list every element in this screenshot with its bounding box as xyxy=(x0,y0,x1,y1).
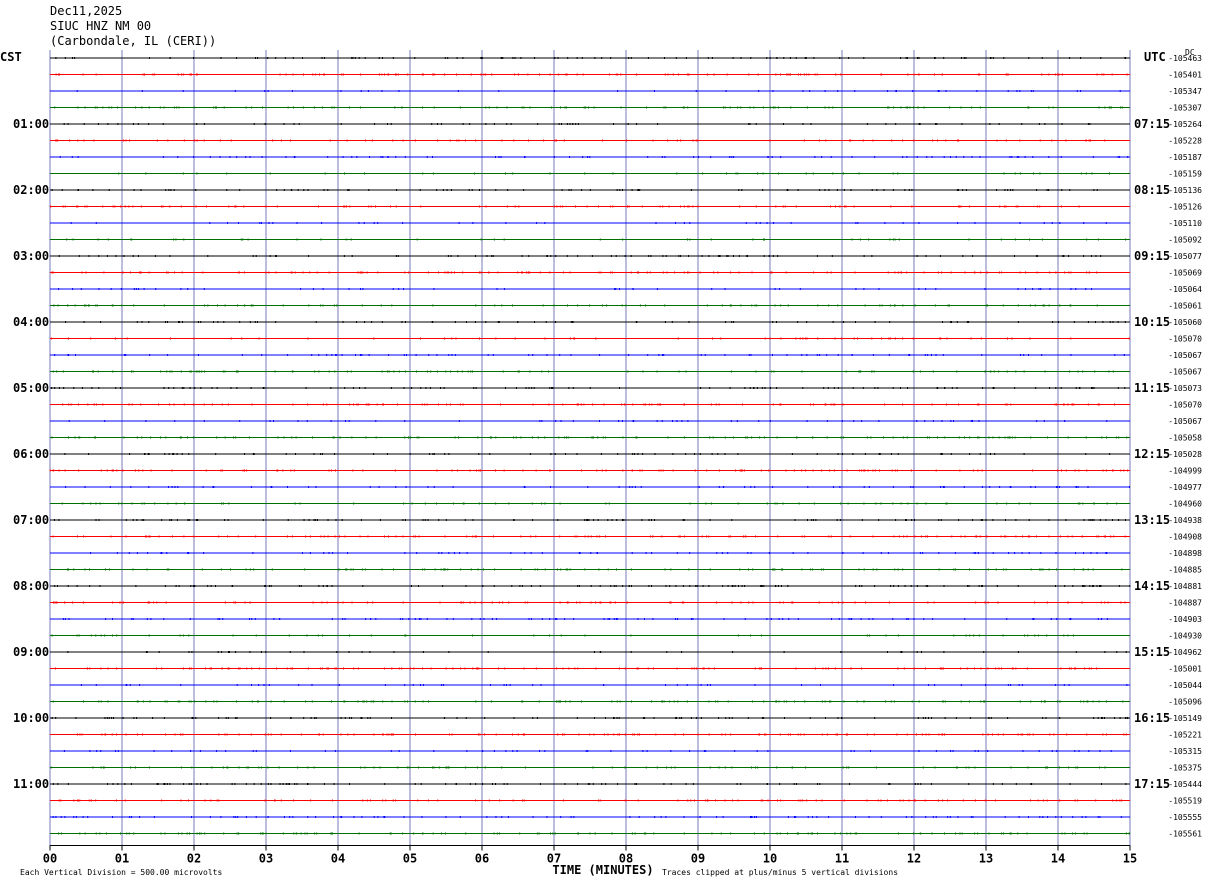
x-tick-label: 01 xyxy=(115,852,129,866)
hour-label-left: 09:00 xyxy=(13,645,49,659)
left-timezone-label: CST xyxy=(0,50,22,64)
x-tick-label: 15 xyxy=(1123,852,1137,866)
dc-offset-label: -104960 xyxy=(1168,500,1202,509)
dc-offset-label: -105067 xyxy=(1168,417,1202,426)
dc-offset-label: -104908 xyxy=(1168,533,1202,542)
hour-label-right: 11:15 xyxy=(1134,381,1170,395)
dc-offset-label: -105058 xyxy=(1168,434,1202,443)
right-timezone-label: UTC xyxy=(1144,50,1166,64)
dc-offset-label: -105092 xyxy=(1168,236,1202,245)
dc-offset-label: -105136 xyxy=(1168,186,1202,195)
x-tick-label: 06 xyxy=(475,852,489,866)
dc-offset-label: -105067 xyxy=(1168,351,1202,360)
hour-label-left: 03:00 xyxy=(13,249,49,263)
dc-offset-label: -105060 xyxy=(1168,318,1202,327)
hour-label-right: 07:15 xyxy=(1134,117,1170,131)
hour-label-left: 04:00 xyxy=(13,315,49,329)
hour-label-right: 10:15 xyxy=(1134,315,1170,329)
hour-label-left: 10:00 xyxy=(13,711,49,725)
hour-label-left: 02:00 xyxy=(13,183,49,197)
dc-offset-label: -104885 xyxy=(1168,566,1202,575)
dc-offset-label: -105110 xyxy=(1168,219,1202,228)
dc-label: DC xyxy=(1185,48,1195,57)
footer-scale-note: Each Vertical Division = 500.00 microvol… xyxy=(20,868,222,877)
dc-offset-label: -105221 xyxy=(1168,731,1202,740)
hour-label-right: 08:15 xyxy=(1134,183,1170,197)
dc-offset-label: -104887 xyxy=(1168,599,1202,608)
hour-label-right: 15:15 xyxy=(1134,645,1170,659)
x-tick-label: 09 xyxy=(691,852,705,866)
dc-offset-label: -104930 xyxy=(1168,632,1202,641)
dc-offset-label: -104977 xyxy=(1168,483,1202,492)
dc-offset-label: -105444 xyxy=(1168,780,1202,789)
dc-offset-label: -105070 xyxy=(1168,401,1202,410)
x-tick-label: 13 xyxy=(979,852,993,866)
dc-offset-label: -105264 xyxy=(1168,120,1202,129)
hour-label-right: 17:15 xyxy=(1134,777,1170,791)
footer-clip-note: Traces clipped at plus/minus 5 vertical … xyxy=(662,868,898,877)
dc-offset-label: -105315 xyxy=(1168,747,1202,756)
x-tick-label: 11 xyxy=(835,852,849,866)
hour-label-right: 09:15 xyxy=(1134,249,1170,263)
hour-label-right: 12:15 xyxy=(1134,447,1170,461)
dc-offset-label: -104938 xyxy=(1168,516,1202,525)
x-tick-label: 03 xyxy=(259,852,273,866)
dc-offset-label: -105064 xyxy=(1168,285,1202,294)
hour-label-right: 16:15 xyxy=(1134,711,1170,725)
dc-offset-label: -105061 xyxy=(1168,302,1202,311)
dc-offset-label: -104999 xyxy=(1168,467,1202,476)
dc-offset-label: -105555 xyxy=(1168,813,1202,822)
dc-offset-label: -105159 xyxy=(1168,170,1202,179)
hour-label-left: 08:00 xyxy=(13,579,49,593)
dc-offset-label: -105307 xyxy=(1168,104,1202,113)
x-tick-label: 00 xyxy=(43,852,57,866)
dc-offset-label: -105096 xyxy=(1168,698,1202,707)
hour-label-right: 13:15 xyxy=(1134,513,1170,527)
x-tick-label: 12 xyxy=(907,852,921,866)
x-tick-label: 05 xyxy=(403,852,417,866)
hour-label-left: 06:00 xyxy=(13,447,49,461)
dc-offset-label: -105228 xyxy=(1168,137,1202,146)
x-tick-label: 10 xyxy=(763,852,777,866)
dc-offset-label: -105561 xyxy=(1168,830,1202,839)
dc-offset-label: -105519 xyxy=(1168,797,1202,806)
dc-offset-label: -104898 xyxy=(1168,549,1202,558)
x-axis-title: TIME (MINUTES) xyxy=(552,863,653,877)
dc-offset-label: -105073 xyxy=(1168,384,1202,393)
hour-label-left: 05:00 xyxy=(13,381,49,395)
dc-offset-label: -105149 xyxy=(1168,714,1202,723)
hour-label-right: 14:15 xyxy=(1134,579,1170,593)
dc-offset-label: -104881 xyxy=(1168,582,1202,591)
dc-offset-label: -105375 xyxy=(1168,764,1202,773)
dc-offset-label: -105069 xyxy=(1168,269,1202,278)
hour-label-left: 07:00 xyxy=(13,513,49,527)
dc-offset-label: -105001 xyxy=(1168,665,1202,674)
dc-offset-label: -105077 xyxy=(1168,252,1202,261)
dc-offset-label: -105044 xyxy=(1168,681,1202,690)
dc-offset-label: -105126 xyxy=(1168,203,1202,212)
hour-label-left: 01:00 xyxy=(13,117,49,131)
hour-label-left: 11:00 xyxy=(13,777,49,791)
seismogram-chart: -105463-105401-105347-105307-105264-1052… xyxy=(0,48,1202,877)
dc-offset-label: -105028 xyxy=(1168,450,1202,459)
dc-offset-label: -105401 xyxy=(1168,71,1202,80)
dc-offset-label: -105070 xyxy=(1168,335,1202,344)
x-tick-label: 04 xyxy=(331,852,345,866)
dc-offset-label: -105067 xyxy=(1168,368,1202,377)
x-tick-label: 14 xyxy=(1051,852,1065,866)
dc-offset-label: -104903 xyxy=(1168,615,1202,624)
dc-offset-label: -104962 xyxy=(1168,648,1202,657)
dc-offset-label: -105187 xyxy=(1168,153,1202,162)
x-tick-label: 02 xyxy=(187,852,201,866)
dc-offset-label: -105347 xyxy=(1168,87,1202,96)
